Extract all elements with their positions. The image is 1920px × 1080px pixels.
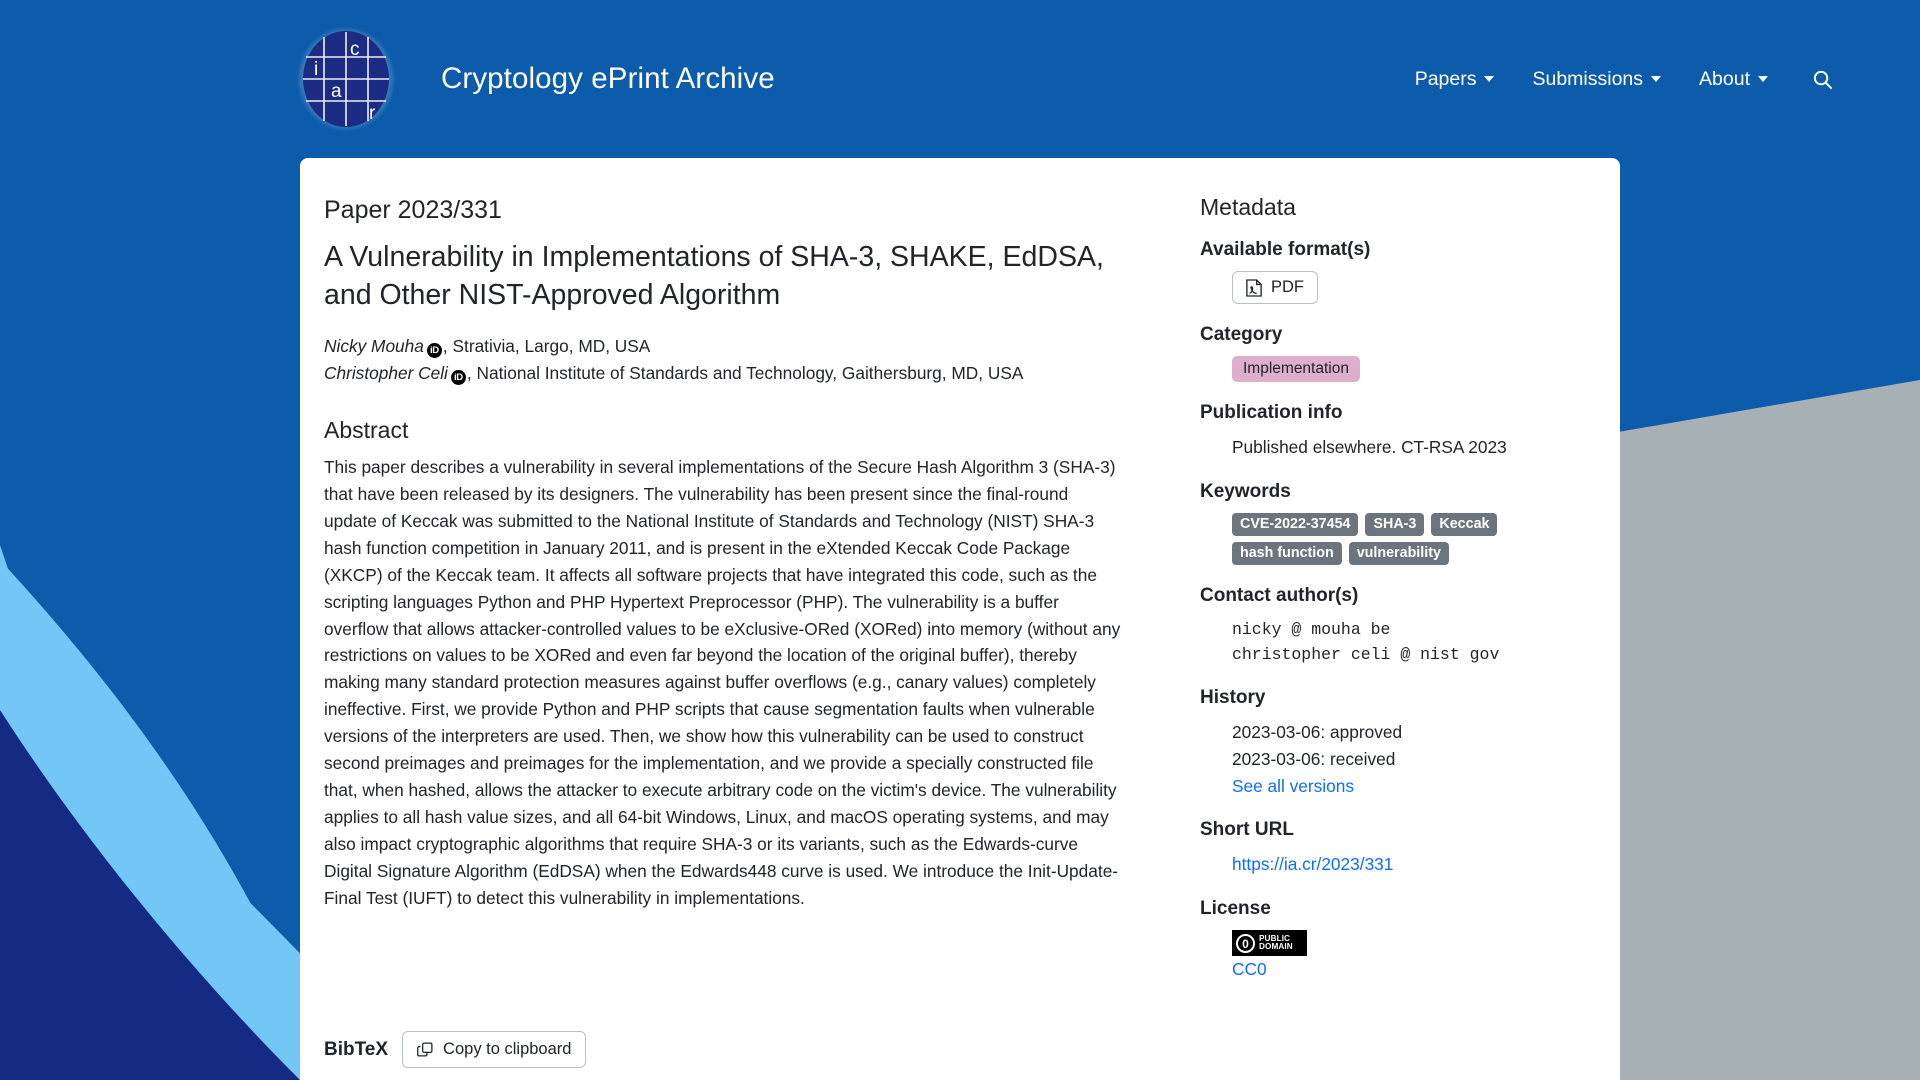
cc0-zero-symbol: 0: [1236, 933, 1255, 953]
pdf-file-icon: [1246, 278, 1262, 297]
keywords-block: Keywords CVE-2022-37454 SHA-3 Keccak has…: [1200, 481, 1590, 565]
keywords-heading: Keywords: [1200, 480, 1291, 502]
history-entry: 2023-03-06: received: [1232, 748, 1396, 769]
publication-info-heading: Publication info: [1200, 402, 1343, 423]
keyword-badge[interactable]: CVE-2022-37454: [1232, 512, 1359, 536]
abstract-text: This paper describes a vulnerability in …: [324, 457, 1121, 908]
brand-title: Cryptology ePrint Archive: [441, 62, 775, 95]
iacr-logo[interactable]: i c a r: [296, 26, 396, 132]
metadata-title: Metadata: [1200, 194, 1296, 220]
contact-author-email: nicky @ mouha be: [1232, 619, 1391, 639]
contact-author-email: christopher celi @ nist gov: [1232, 644, 1500, 664]
license-heading: License: [1200, 898, 1271, 920]
nav-label-about: About: [1699, 67, 1750, 90]
site-header: i c a r Cryptology ePrint Archive Papers…: [0, 0, 1920, 158]
see-all-versions-link[interactable]: See all versions: [1232, 776, 1354, 796]
author-list: Nicky Mouha iD, Strativia, Largo, MD, USA…: [324, 333, 1150, 387]
category-heading: Category: [1200, 324, 1283, 345]
cc0-badge-text: PUBLIC DOMAIN: [1259, 934, 1293, 952]
short-url-block: Short URL https://ia.cr/2023/331: [1200, 819, 1590, 878]
available-formats-block: Available format(s) PDF: [1200, 239, 1590, 304]
category-badge[interactable]: Implementation: [1232, 356, 1360, 382]
search-button[interactable]: [1797, 60, 1848, 99]
history-block: History 2023-03-06: approved 2023-03-06:…: [1200, 687, 1590, 799]
chevron-down-icon: [1484, 76, 1495, 82]
paper-content-card: Paper 2023/331 A Vulnerability in Implem…: [300, 158, 1620, 1080]
main-navigation: Papers Submissions About: [1396, 60, 1848, 99]
orcid-id-icon[interactable]: iD: [450, 369, 466, 385]
short-url-link[interactable]: https://ia.cr/2023/331: [1232, 854, 1393, 874]
copy-icon: [417, 1042, 433, 1057]
search-icon: [1813, 70, 1833, 89]
cc0-public-domain-icon[interactable]: 0 PUBLIC DOMAIN: [1232, 930, 1307, 957]
copy-to-clipboard-button[interactable]: Copy to clipboard: [402, 1031, 587, 1068]
available-formats-heading: Available format(s): [1200, 239, 1371, 260]
category-block: Category Implementation: [1200, 324, 1590, 382]
chevron-down-icon: [1758, 76, 1768, 82]
nav-label-submissions: Submissions: [1532, 67, 1644, 90]
bibtex-row: BibTeX Copy to clipboard: [324, 1031, 587, 1068]
logo-letter-a: a: [331, 81, 342, 102]
keyword-badge[interactable]: Keccak: [1431, 512, 1498, 536]
keyword-list: CVE-2022-37454 SHA-3 Keccak hash functio…: [1232, 512, 1532, 565]
logo-letter-c: c: [350, 39, 360, 60]
history-heading: History: [1200, 686, 1266, 708]
metadata-sidebar: Metadata Available format(s) PDF Categor…: [1180, 158, 1620, 1080]
contact-authors-heading: Contact author(s): [1200, 584, 1359, 606]
license-block: License 0 PUBLIC DOMAIN CC0: [1200, 898, 1590, 983]
keyword-badge[interactable]: hash function: [1232, 541, 1342, 565]
pdf-button-label: PDF: [1271, 278, 1304, 296]
logo-letter-i: i: [314, 59, 318, 80]
author-row: Nicky Mouha iD, Strativia, Largo, MD, USA: [324, 333, 1150, 360]
author-row: Christopher Celi iD, National Institute o…: [324, 360, 1150, 387]
nav-label-papers: Papers: [1414, 67, 1477, 90]
nav-item-submissions[interactable]: Submissions: [1513, 60, 1680, 99]
iacr-logo-icon: i c a r: [303, 31, 389, 127]
paper-main-column: Paper 2023/331 A Vulnerability in Implem…: [300, 158, 1180, 1080]
history-entry: 2023-03-06: approved: [1232, 721, 1403, 742]
paper-id: Paper 2023/331: [324, 196, 502, 224]
keyword-badge[interactable]: SHA-3: [1365, 512, 1425, 536]
author-affiliation: , Strativia, Largo, MD, USA: [442, 335, 651, 356]
nav-item-papers[interactable]: Papers: [1396, 60, 1514, 99]
page-title: A Vulnerability in Implementations of SH…: [324, 241, 1104, 311]
pdf-download-button[interactable]: PDF: [1232, 271, 1318, 304]
publication-info-value: Published elsewhere. CT-RSA 2023: [1232, 437, 1507, 457]
keyword-badge[interactable]: vulnerability: [1348, 541, 1449, 565]
bibtex-label: BibTeX: [324, 1038, 389, 1060]
contact-authors-block: Contact author(s) nicky @ mouha be chris…: [1200, 585, 1590, 667]
abstract-heading: Abstract: [324, 417, 409, 444]
copy-button-label: Copy to clipboard: [443, 1040, 572, 1058]
short-url-heading: Short URL: [1200, 819, 1294, 841]
chevron-down-icon: [1651, 76, 1662, 82]
author-name: Nicky Mouha: [324, 335, 424, 356]
orcid-id-icon[interactable]: iD: [426, 342, 442, 358]
author-name: Christopher Celi: [324, 362, 448, 383]
publication-info-block: Publication info Published elsewhere. CT…: [1200, 402, 1590, 461]
cc0-badge-line2: DOMAIN: [1259, 942, 1293, 952]
author-affiliation: , National Institute of Standards and Te…: [466, 362, 1024, 383]
cc0-license-link[interactable]: CC0: [1232, 959, 1267, 979]
nav-item-about[interactable]: About: [1680, 60, 1787, 99]
brand[interactable]: i c a r Cryptology ePrint Archive: [296, 26, 775, 132]
logo-letter-r: r: [369, 103, 376, 124]
